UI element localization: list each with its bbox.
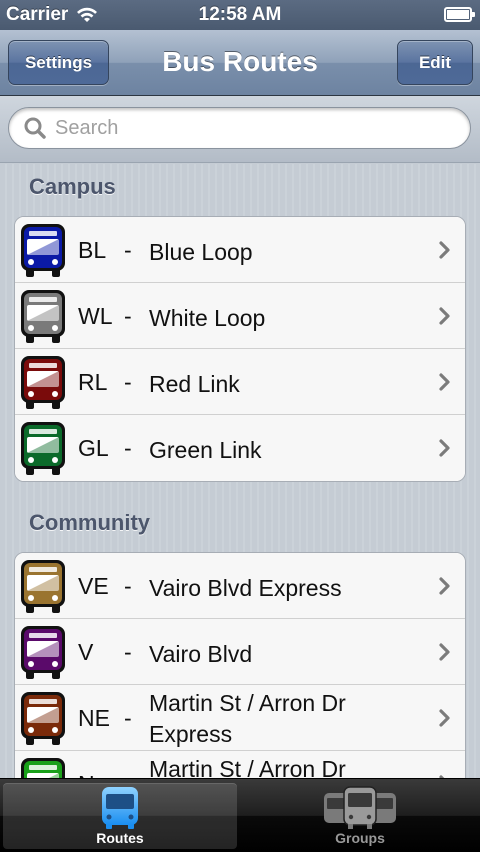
chevron-right-icon — [439, 241, 450, 259]
bus-group-icon — [324, 786, 396, 829]
route-code: NE — [78, 705, 110, 731]
bus-icon — [21, 560, 65, 613]
route-row-ne[interactable]: NE - Martin St / Arron Dr Express — [15, 685, 465, 751]
chevron-right-icon — [439, 373, 450, 391]
route-row-gl[interactable]: GL - Green Link — [15, 415, 465, 481]
route-separator: - — [124, 705, 132, 731]
route-separator: - — [124, 237, 132, 263]
status-bar: Carrier 12:58 AM — [0, 0, 480, 30]
route-row-wl[interactable]: WL - White Loop — [15, 283, 465, 349]
route-name: Green Link — [149, 437, 262, 463]
route-code: VE — [78, 573, 109, 599]
route-name: Vairo Blvd Express — [149, 575, 342, 601]
status-time: 12:58 AM — [198, 4, 282, 25]
bus-icon — [21, 626, 65, 679]
tab-label: Routes — [96, 830, 144, 846]
bus-icon — [21, 356, 65, 409]
search-input[interactable] — [55, 116, 455, 140]
route-code: GL — [78, 435, 109, 461]
search-field[interactable] — [8, 107, 471, 149]
route-row-n[interactable]: N - Martin St / Arron Dr — [15, 751, 465, 778]
search-bar — [0, 96, 480, 163]
search-icon — [24, 117, 46, 139]
route-row-ve[interactable]: VE - Vairo Blvd Express — [15, 553, 465, 619]
route-code: RL — [78, 369, 108, 395]
route-separator: - — [124, 435, 132, 461]
route-group-community: VE - Vairo Blvd Express V - Vairo Blvd N… — [14, 552, 466, 778]
route-separator: - — [124, 639, 132, 665]
route-code: BL — [78, 237, 107, 263]
section-header-community: Community — [29, 510, 150, 535]
route-code: V — [78, 639, 94, 665]
route-name: Vairo Blvd — [149, 641, 253, 667]
route-name: Red Link — [149, 371, 240, 397]
route-name: White Loop — [149, 305, 266, 331]
route-separator: - — [124, 303, 132, 329]
route-name: Martin St / Arron Dr — [149, 756, 346, 778]
route-list[interactable]: Campus BL - Blue Loop WL - White Loop RL… — [0, 164, 480, 778]
bus-icon — [21, 692, 65, 745]
chevron-right-icon — [439, 643, 450, 661]
bus-icon — [21, 290, 65, 343]
route-separator: - — [124, 771, 132, 778]
route-code: WL — [78, 303, 113, 329]
chevron-right-icon — [439, 577, 450, 595]
route-name: Martin St / Arron Dr Express — [149, 690, 346, 747]
route-row-rl[interactable]: RL - Red Link — [15, 349, 465, 415]
tab-label: Groups — [335, 830, 385, 846]
bus-icon — [21, 758, 65, 778]
route-row-v[interactable]: V - Vairo Blvd — [15, 619, 465, 685]
edit-button[interactable]: Edit — [397, 40, 473, 85]
navigation-bar: Settings Bus Routes Edit — [0, 30, 480, 96]
section-header-campus: Campus — [29, 174, 116, 199]
tab-routes[interactable]: Routes — [3, 783, 237, 849]
bus-icon — [102, 787, 138, 829]
route-separator: - — [124, 573, 132, 599]
chevron-right-icon — [439, 439, 450, 457]
bus-icon — [21, 422, 65, 475]
tab-bar: Routes Groups — [0, 778, 480, 852]
chevron-right-icon — [439, 709, 450, 727]
route-code: N — [78, 771, 95, 778]
bus-icon — [21, 224, 65, 277]
chevron-right-icon — [439, 307, 450, 325]
route-name: Blue Loop — [149, 239, 253, 265]
route-separator: - — [124, 369, 132, 395]
route-row-bl[interactable]: BL - Blue Loop — [15, 217, 465, 283]
tab-groups[interactable]: Groups — [243, 783, 477, 849]
battery-icon — [444, 7, 475, 22]
route-group-campus: BL - Blue Loop WL - White Loop RL - Red … — [14, 216, 466, 482]
